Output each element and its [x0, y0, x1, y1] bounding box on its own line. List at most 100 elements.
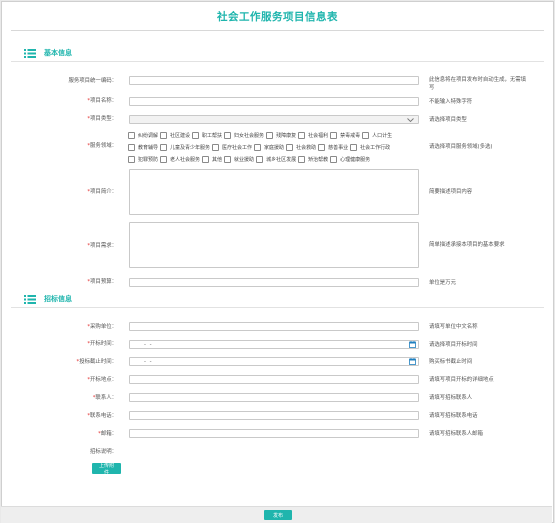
- checkbox[interactable]: [350, 144, 358, 151]
- checkbox[interactable]: [192, 132, 200, 139]
- calendar-icon[interactable]: [409, 358, 416, 365]
- open-place-label: *开标地点：: [87, 377, 117, 383]
- domain-option[interactable]: 社会工作行政: [350, 144, 390, 151]
- open-time-input[interactable]: - -: [129, 340, 419, 349]
- domain-option[interactable]: 矫治帮教: [298, 156, 328, 163]
- domain-hint: 请选择项目服务领域(多选): [429, 144, 493, 150]
- section-divider-bidding: [11, 307, 544, 308]
- page-title: 社会工作服务项目信息表: [217, 11, 338, 23]
- domain-option[interactable]: 教育辅导: [128, 144, 158, 151]
- open-time-label: *开标时间：: [87, 341, 117, 347]
- domain-option[interactable]: 妇女社会服务: [224, 132, 264, 139]
- checkbox[interactable]: [330, 156, 338, 163]
- intro-hint: 简要描述项目内容: [429, 189, 473, 195]
- phone-label: *联系电话：: [87, 413, 117, 419]
- checkbox[interactable]: [254, 144, 262, 151]
- domain-label: *服务领域：: [87, 143, 117, 149]
- deadline-input[interactable]: - -: [129, 357, 419, 366]
- name-label: *项目名称：: [87, 98, 117, 104]
- email-input[interactable]: [129, 429, 419, 438]
- checkbox[interactable]: [128, 156, 135, 163]
- purchaser-input[interactable]: [129, 322, 419, 331]
- email-label: *邮箱：: [98, 431, 117, 437]
- domain-row-2: 教育辅导 儿童及青少年服务 医疗社会工作 家庭援助 社会救助 慈善事业 社会工作…: [128, 143, 423, 152]
- section-title-bidding: 招标信息: [44, 295, 72, 303]
- checkbox[interactable]: [298, 156, 306, 163]
- domain-option[interactable]: 犯罪预防: [128, 156, 158, 163]
- checkbox[interactable]: [224, 132, 232, 139]
- project-type-select[interactable]: [129, 115, 419, 124]
- section-header-bidding: 招标信息: [24, 293, 72, 305]
- domain-option[interactable]: 医疗社会工作: [212, 144, 252, 151]
- publish-button[interactable]: 发布: [264, 510, 292, 520]
- domain-row-3: 犯罪预防 老人社会服务 其他 就业援助 城乡社区发展 矫治帮教 心理健康服务: [128, 155, 423, 164]
- checkbox[interactable]: [160, 156, 168, 163]
- domain-option[interactable]: 职工帮扶: [192, 132, 222, 139]
- deadline-hint: 购买标书截止时间: [429, 359, 473, 365]
- checkbox[interactable]: [298, 132, 306, 139]
- section-divider-basic: [11, 61, 544, 62]
- list-icon: [24, 48, 36, 58]
- domain-option[interactable]: 社会福利: [298, 132, 328, 139]
- domain-option[interactable]: 纠纷调解: [128, 132, 158, 139]
- checkbox[interactable]: [202, 156, 210, 163]
- budget-hint: 单位是万元: [429, 280, 456, 286]
- deadline-label: *投标截止时间：: [76, 359, 117, 365]
- title-divider: [11, 30, 544, 31]
- domain-option[interactable]: 心理健康服务: [330, 156, 370, 163]
- code-input[interactable]: [129, 76, 419, 85]
- domain-option[interactable]: 禁毒戒毒: [330, 132, 360, 139]
- project-intro-textarea[interactable]: [129, 169, 419, 215]
- domain-option[interactable]: 社区建设: [160, 132, 190, 139]
- contact-input[interactable]: [129, 393, 419, 402]
- code-label: 服务项目统一编码：: [68, 78, 117, 84]
- project-name-input[interactable]: [129, 97, 419, 106]
- contact-label: *联系人：: [92, 395, 117, 401]
- purchaser-label: *采购单位：: [87, 324, 117, 330]
- checkbox[interactable]: [160, 132, 168, 139]
- domain-option[interactable]: 家庭援助: [254, 144, 284, 151]
- checkbox[interactable]: [318, 144, 326, 151]
- checkbox[interactable]: [330, 132, 338, 139]
- purchaser-hint: 请填写单位中文名称: [429, 324, 478, 330]
- domain-option[interactable]: 就业援助: [224, 156, 254, 163]
- checkbox[interactable]: [256, 156, 264, 163]
- domain-option[interactable]: 慈善事业: [318, 144, 348, 151]
- list-icon: [24, 294, 36, 304]
- phone-input[interactable]: [129, 411, 419, 420]
- name-hint: 不能输入特殊字符: [429, 99, 473, 105]
- checkbox[interactable]: [160, 144, 168, 151]
- domain-row-1: 纠纷调解 社区建设 职工帮扶 妇女社会服务 残障康复 社会福利 禁毒戒毒 人口计…: [128, 131, 423, 140]
- intro-label: *项目简介：: [87, 189, 117, 195]
- checkbox[interactable]: [362, 132, 370, 139]
- checkbox[interactable]: [128, 144, 135, 151]
- budget-label: *项目预算：: [87, 279, 117, 285]
- upload-attachment-button[interactable]: 上传附件: [92, 463, 121, 476]
- domain-option[interactable]: 残障康复: [266, 132, 296, 139]
- needs-label: *项目需求：: [87, 243, 117, 249]
- budget-input[interactable]: [129, 278, 419, 287]
- open-place-input[interactable]: [129, 375, 419, 384]
- domain-option[interactable]: 城乡社区发展: [256, 156, 296, 163]
- domain-option[interactable]: 儿童及青少年服务: [160, 144, 210, 151]
- needs-hint: 简单描述承接本项目的基本要求: [429, 242, 505, 248]
- calendar-icon[interactable]: [409, 341, 416, 348]
- checkbox[interactable]: [286, 144, 294, 151]
- email-hint: 请填写招标联系人邮箱: [429, 431, 483, 437]
- contact-hint: 请填写招标联系人: [429, 395, 473, 401]
- domain-option[interactable]: 人口计生: [362, 132, 392, 139]
- domain-option[interactable]: 社会救助: [286, 144, 316, 151]
- domain-option[interactable]: 老人社会服务: [160, 156, 200, 163]
- checkbox[interactable]: [212, 144, 220, 151]
- section-header-basic: 基本信息: [24, 47, 72, 59]
- chevron-down-icon: [407, 118, 414, 123]
- section-title-basic: 基本信息: [44, 49, 72, 57]
- open-time-hint: 请选择项目开标时间: [429, 342, 478, 348]
- checkbox[interactable]: [266, 132, 274, 139]
- checkbox[interactable]: [224, 156, 232, 163]
- open-place-hint: 请填写项目开标的详细地点: [429, 377, 494, 383]
- domain-option[interactable]: 其他: [202, 156, 222, 163]
- date-value: - -: [144, 342, 153, 348]
- project-needs-textarea[interactable]: [129, 222, 419, 268]
- checkbox[interactable]: [128, 132, 135, 139]
